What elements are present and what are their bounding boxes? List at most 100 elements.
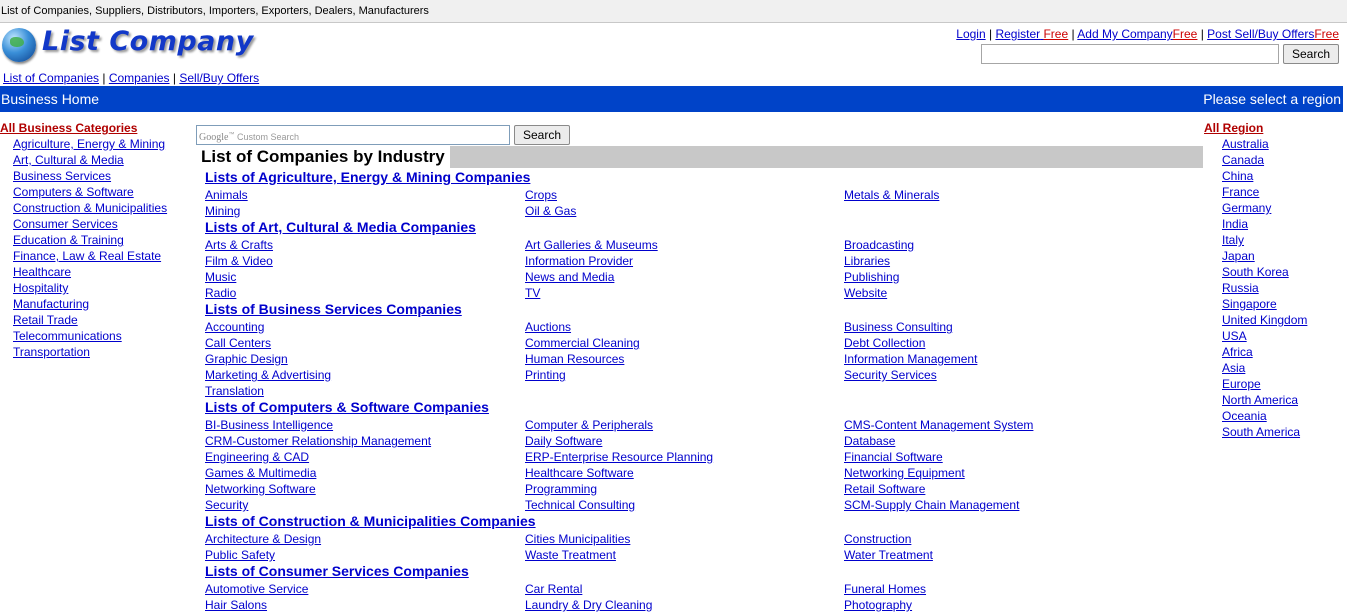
region-link[interactable]: Asia (1222, 361, 1245, 375)
subcategory-link[interactable]: Film & Video (205, 254, 273, 268)
subcategory-link[interactable]: Publishing (844, 270, 899, 284)
all-region-link[interactable]: All Region (1204, 120, 1347, 136)
category-link[interactable]: Telecommunications (13, 329, 122, 343)
region-link[interactable]: Japan (1222, 249, 1255, 263)
region-link[interactable]: Australia (1222, 137, 1269, 151)
subcategory-link[interactable]: Arts & Crafts (205, 238, 273, 252)
category-link[interactable]: Finance, Law & Real Estate (13, 249, 161, 263)
region-link[interactable]: Canada (1222, 153, 1264, 167)
subcategory-link[interactable]: Games & Multimedia (205, 466, 316, 480)
subcategory-link[interactable]: Security (205, 498, 248, 512)
subcategory-link[interactable]: Networking Software (205, 482, 316, 496)
category-link[interactable]: Consumer Services (13, 217, 118, 231)
subcategory-link[interactable]: Technical Consulting (525, 498, 635, 512)
add-company-link[interactable]: Add My CompanyFree (1077, 27, 1197, 41)
nav-sell-buy-offers[interactable]: Sell/Buy Offers (179, 71, 259, 85)
category-link[interactable]: Construction & Municipalities (13, 201, 167, 215)
post-offers-link[interactable]: Post Sell/Buy OffersFree (1207, 27, 1339, 41)
subcategory-link[interactable]: Debt Collection (844, 336, 925, 350)
category-link[interactable]: Retail Trade (13, 313, 78, 327)
subcategory-link[interactable]: Photography (844, 598, 912, 612)
subcategory-link[interactable]: Networking Equipment (844, 466, 965, 480)
subcategory-link[interactable]: Daily Software (525, 434, 602, 448)
subcategory-link[interactable]: Human Resources (525, 352, 624, 366)
login-link[interactable]: Login (956, 27, 985, 41)
region-link[interactable]: Russia (1222, 281, 1259, 295)
category-link[interactable]: Business Services (13, 169, 111, 183)
custom-search-button[interactable]: Search (514, 125, 571, 145)
industry-heading-link[interactable]: Lists of Construction & Municipalities C… (205, 513, 1195, 530)
subcategory-link[interactable]: Crops (525, 188, 557, 202)
region-link[interactable]: Europe (1222, 377, 1261, 391)
subcategory-link[interactable]: Auctions (525, 320, 571, 334)
region-link[interactable]: Germany (1222, 201, 1271, 215)
region-link[interactable]: Singapore (1222, 297, 1277, 311)
subcategory-link[interactable]: Libraries (844, 254, 890, 268)
subcategory-link[interactable]: Automotive Service (205, 582, 308, 596)
subcategory-link[interactable]: Architecture & Design (205, 532, 321, 546)
nav-list-of-companies[interactable]: List of Companies (3, 71, 99, 85)
subcategory-link[interactable]: Art Galleries & Museums (525, 238, 658, 252)
region-link[interactable]: Oceania (1222, 409, 1267, 423)
category-link[interactable]: Hospitality (13, 281, 68, 295)
subcategory-link[interactable]: Business Consulting (844, 320, 953, 334)
subcategory-link[interactable]: Mining (205, 204, 240, 218)
subcategory-link[interactable]: Cities Municipalities (525, 532, 630, 546)
subcategory-link[interactable]: Engineering & CAD (205, 450, 309, 464)
register-link[interactable]: Register Free (995, 27, 1068, 41)
subcategory-link[interactable]: Database (844, 434, 895, 448)
industry-heading-link[interactable]: Lists of Business Services Companies (205, 301, 1195, 318)
subcategory-link[interactable]: Healthcare Software (525, 466, 634, 480)
industry-heading-link[interactable]: Lists of Computers & Software Companies (205, 399, 1195, 416)
subcategory-link[interactable]: Oil & Gas (525, 204, 576, 218)
subcategory-link[interactable]: Metals & Minerals (844, 188, 939, 202)
subcategory-link[interactable]: Computer & Peripherals (525, 418, 653, 432)
select-region-link[interactable]: Please select a region (1203, 86, 1341, 112)
category-link[interactable]: Healthcare (13, 265, 71, 279)
subcategory-link[interactable]: Website (844, 286, 887, 300)
category-link[interactable]: Computers & Software (13, 185, 134, 199)
region-link[interactable]: Italy (1222, 233, 1244, 247)
region-link[interactable]: North America (1222, 393, 1298, 407)
industry-heading-link[interactable]: Lists of Consumer Services Companies (205, 563, 1195, 580)
subcategory-link[interactable]: Accounting (205, 320, 264, 334)
subcategory-link[interactable]: News and Media (525, 270, 614, 284)
industry-heading-link[interactable]: Lists of Art, Cultural & Media Companies (205, 219, 1195, 236)
subcategory-link[interactable]: Hair Salons (205, 598, 267, 612)
custom-search-input[interactable]: Google™ Custom Search (196, 125, 510, 145)
site-search-input[interactable] (980, 44, 1279, 64)
region-link[interactable]: USA (1222, 329, 1247, 343)
subcategory-link[interactable]: Security Services (844, 368, 937, 382)
category-link[interactable]: Transportation (13, 345, 90, 359)
subcategory-link[interactable]: Call Centers (205, 336, 271, 350)
subcategory-link[interactable]: TV (525, 286, 540, 300)
subcategory-link[interactable]: SCM-Supply Chain Management (844, 498, 1019, 512)
subcategory-link[interactable]: CMS-Content Management System (844, 418, 1033, 432)
category-link[interactable]: Manufacturing (13, 297, 89, 311)
industry-heading-link[interactable]: Lists of Agriculture, Energy & Mining Co… (205, 169, 1195, 186)
business-home-link[interactable]: Business Home (1, 86, 99, 112)
subcategory-link[interactable]: Car Rental (525, 582, 582, 596)
subcategory-link[interactable]: CRM-Customer Relationship Management (205, 434, 431, 448)
subcategory-link[interactable]: Public Safety (205, 548, 275, 562)
region-link[interactable]: United Kingdom (1222, 313, 1307, 327)
subcategory-link[interactable]: Commercial Cleaning (525, 336, 640, 350)
subcategory-link[interactable]: Broadcasting (844, 238, 914, 252)
subcategory-link[interactable]: BI-Business Intelligence (205, 418, 333, 432)
region-link[interactable]: China (1222, 169, 1253, 183)
subcategory-link[interactable]: Radio (205, 286, 236, 300)
site-search-button[interactable]: Search (1282, 44, 1339, 64)
subcategory-link[interactable]: Programming (525, 482, 597, 496)
region-link[interactable]: South America (1222, 425, 1300, 439)
category-link[interactable]: Agriculture, Energy & Mining (13, 137, 165, 151)
region-link[interactable]: France (1222, 185, 1259, 199)
region-link[interactable]: India (1222, 217, 1248, 231)
subcategory-link[interactable]: ERP-Enterprise Resource Planning (525, 450, 713, 464)
subcategory-link[interactable]: Information Management (844, 352, 977, 366)
category-link[interactable]: Education & Training (13, 233, 124, 247)
region-link[interactable]: Africa (1222, 345, 1253, 359)
subcategory-link[interactable]: Funeral Homes (844, 582, 926, 596)
subcategory-link[interactable]: Marketing & Advertising (205, 368, 331, 382)
subcategory-link[interactable]: Laundry & Dry Cleaning (525, 598, 652, 612)
site-logo[interactable]: List Company (0, 26, 253, 68)
